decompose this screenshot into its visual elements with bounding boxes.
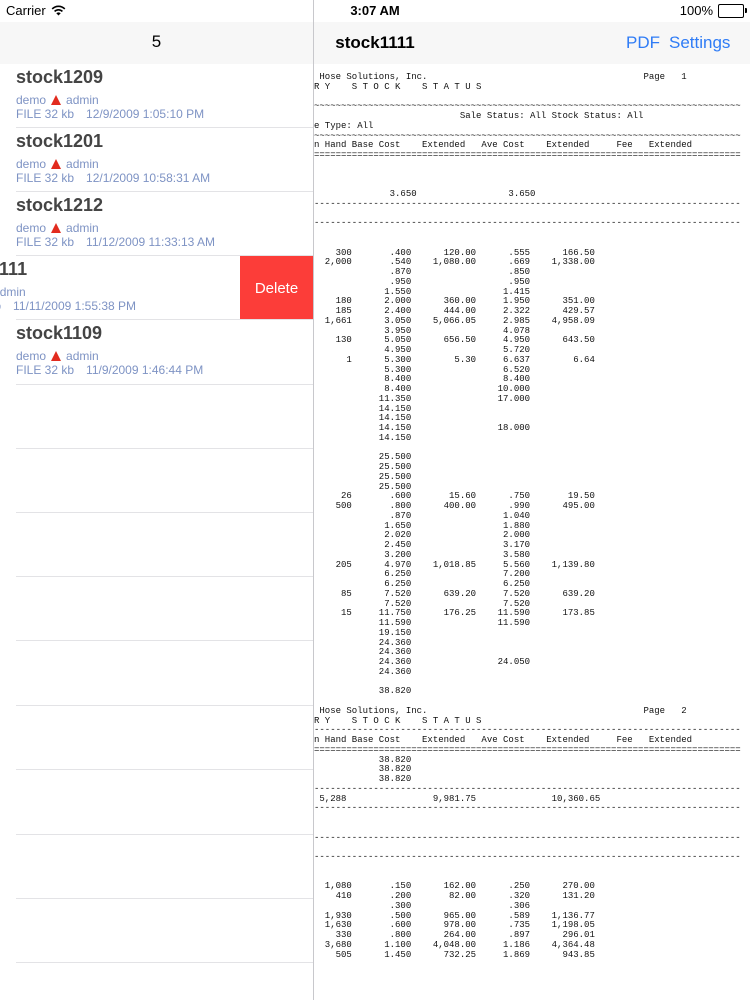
warning-triangle-icon <box>51 223 62 233</box>
file-count: 5 <box>151 32 162 51</box>
warning-triangle-icon <box>51 351 62 361</box>
row-divider <box>16 705 313 706</box>
detail-nav-bar: stock1111 PDF Settings <box>314 22 750 64</box>
file-info: FILE 32 kb 12/1/2009 10:58:31 AM <box>16 171 211 185</box>
status-time: 3:07 AM <box>350 3 400 18</box>
file-info: FILE 32 kb 11/9/2009 1:46:44 PM <box>16 363 204 377</box>
row-divider <box>16 898 313 899</box>
file-users: demo admin <box>16 93 99 107</box>
delete-button[interactable]: Delete <box>240 256 313 320</box>
status-right: 100% <box>679 3 747 18</box>
file-users: demo admin <box>16 221 99 235</box>
file-info: FILE 32 kb11/11/2009 1:55:38 PM <box>0 299 137 313</box>
list-item-swiped[interactable]: stock1111 demo admin FILE 32 kb11/11/200… <box>0 256 313 320</box>
row-divider <box>16 384 313 385</box>
file-name: stock1212 <box>16 195 104 215</box>
settings-button[interactable]: Settings <box>669 33 730 53</box>
file-users: demo admin <box>16 349 99 363</box>
file-users: demo admin <box>0 285 26 299</box>
row-divider <box>16 448 313 449</box>
report-text: Hose Solutions, Inc. Page 1 R Y S T O C … <box>314 72 741 960</box>
list-item[interactable]: stock1212 demo admin FILE 32 kb 11/12/200… <box>0 192 313 256</box>
row-divider <box>16 512 313 513</box>
list-nav-bar: 5 <box>0 22 313 64</box>
file-name: stock1109 <box>16 323 103 343</box>
row-divider <box>16 576 313 577</box>
list-item[interactable]: stock1201 demo admin FILE 32 kb 12/1/2009… <box>0 128 313 192</box>
report-document[interactable]: Hose Solutions, Inc. Page 1 R Y S T O C … <box>314 64 750 1000</box>
list-item[interactable]: stock1109 demo admin FILE 32 kb 11/9/2009… <box>0 320 313 384</box>
list-item[interactable]: stock1209 demo admin FILE 32 kb 12/9/2009… <box>0 64 313 128</box>
battery-percent: 100% <box>679 3 713 18</box>
file-users: demo admin <box>16 157 99 171</box>
file-name: stock1111 <box>0 259 28 279</box>
row-divider <box>16 834 313 835</box>
row-divider <box>16 962 313 963</box>
warning-triangle-icon <box>51 95 62 105</box>
status-bar: Carrier 3:07 AM 100% <box>0 0 750 22</box>
row-divider <box>16 769 313 770</box>
file-name: stock1201 <box>16 131 104 151</box>
file-info: FILE 32 kb 11/12/2009 11:33:13 AM <box>16 235 216 249</box>
file-info: FILE 32 kb 12/9/2009 1:05:10 PM <box>16 107 205 121</box>
row-divider <box>16 640 313 641</box>
battery-icon <box>718 3 747 18</box>
document-viewer: stock1111 PDF Settings Hose Solutions, I… <box>314 0 750 1000</box>
warning-triangle-icon <box>51 159 62 169</box>
file-name: stock1209 <box>16 67 104 87</box>
pdf-button[interactable]: PDF <box>626 33 660 53</box>
file-list-panel: 5 stock1209 demo admin FILE 32 kb 12/9/20… <box>0 0 314 1000</box>
document-title: stock1111 <box>335 33 415 52</box>
